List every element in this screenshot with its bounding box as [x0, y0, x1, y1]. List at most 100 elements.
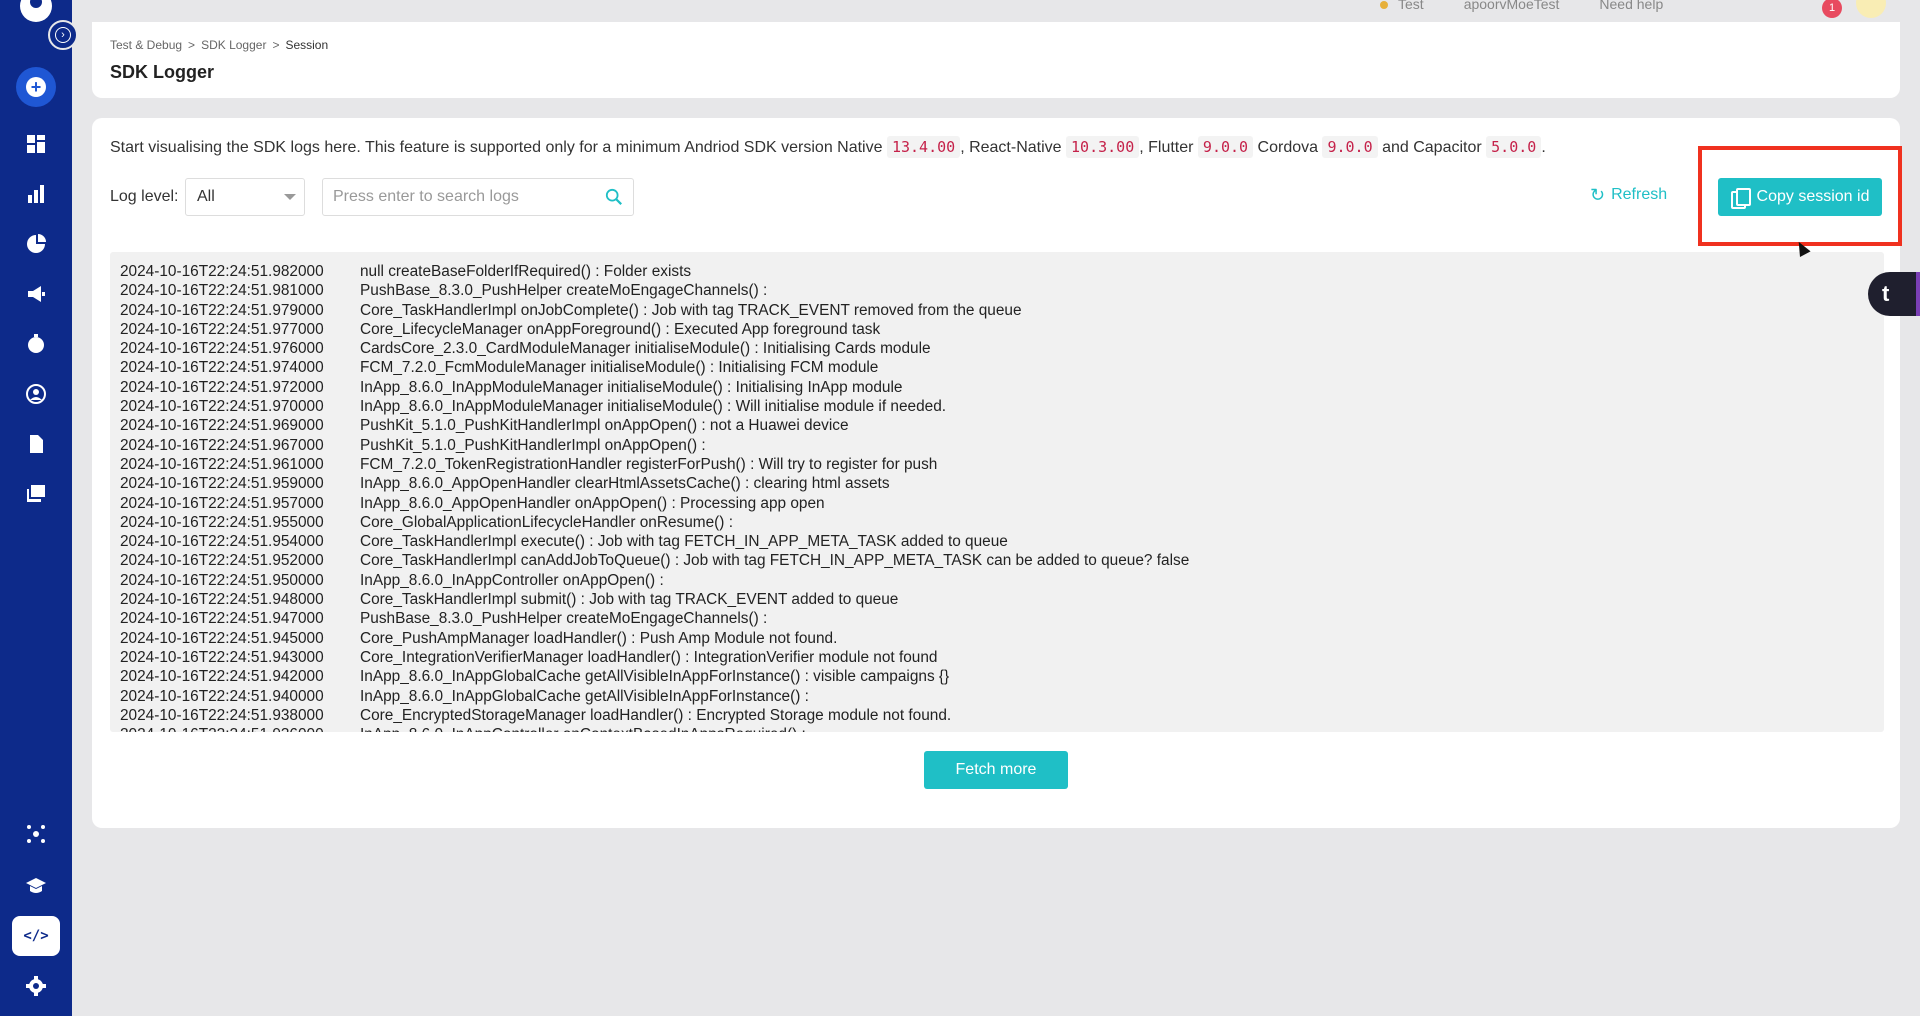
- log-timestamp: 2024-10-16T22:24:51.950000: [120, 571, 324, 589]
- log-line: 2024-10-16T22:24:51.943000 Core_Integrati…: [120, 648, 1874, 667]
- log-message: PushKit_5.1.0_PushKitHandlerImpl onAppOp…: [360, 417, 849, 435]
- version-native: 13.4.00: [886, 136, 961, 158]
- log-message: InApp_8.6.0_InAppModuleManager initialis…: [360, 398, 947, 416]
- log-line: 2024-10-16T22:24:51.982000 null createBas…: [120, 262, 1874, 281]
- content-library-icon[interactable]: [22, 480, 50, 508]
- log-timestamp: 2024-10-16T22:24:51.942000: [120, 668, 324, 686]
- page-title: SDK Logger: [110, 62, 215, 82]
- log-line: 2024-10-16T22:24:51.961000 FCM_7.2.0_Toke…: [120, 455, 1874, 474]
- workspace-name[interactable]: apoorvMoeTest: [1464, 0, 1560, 12]
- user-profile-icon[interactable]: [22, 380, 50, 408]
- log-timestamp: 2024-10-16T22:24:51.936000: [120, 725, 360, 732]
- log-timestamp: 2024-10-16T22:24:51.955000: [120, 513, 324, 531]
- log-line: 2024-10-16T22:24:51.948000 Core_TaskHandl…: [120, 590, 1874, 609]
- breadcrumb-session: Session: [285, 38, 329, 52]
- log-timestamp: 2024-10-16T22:24:51.969000: [120, 417, 324, 435]
- log-message: InApp_8.6.0_AppOpenHandler onAppOpen() :…: [360, 494, 825, 512]
- log-message: FCM_7.2.0_FcmModuleManager initialiseMod…: [360, 359, 879, 377]
- test-debug-code-icon[interactable]: </>: [12, 916, 60, 956]
- breadcrumb-test-debug[interactable]: Test & Debug: [110, 38, 182, 52]
- log-line: 2024-10-16T22:24:51.945000 Core_PushAmpMa…: [120, 629, 1874, 648]
- notification-badge[interactable]: 1: [1822, 0, 1842, 18]
- document-icon[interactable]: [22, 430, 50, 458]
- sidebar: + </>: [0, 0, 72, 1016]
- log-line: 2024-10-16T22:24:51.970000 InApp_8.6.0_In…: [120, 397, 1874, 416]
- create-button[interactable]: +: [16, 67, 56, 107]
- log-timestamp: 2024-10-16T22:24:51.959000: [120, 475, 324, 493]
- log-message: PushBase_8.3.0_PushHelper createMoEngage…: [360, 282, 768, 300]
- intro-text: Start visualising the SDK logs here. Thi…: [110, 136, 1546, 158]
- log-message: InApp_8.6.0_AppOpenHandler clearHtmlAsse…: [360, 475, 890, 493]
- log-line: 2024-10-16T22:24:51.936000InApp_8.6.0_In…: [120, 725, 1874, 732]
- account-avatar[interactable]: [1856, 0, 1886, 18]
- need-help-link[interactable]: Need help: [1599, 0, 1663, 12]
- log-message: FCM_7.2.0_TokenRegistrationHandler regis…: [360, 455, 938, 473]
- version-flutter: 9.0.0: [1197, 136, 1254, 158]
- settings-gear-icon[interactable]: [22, 972, 50, 1000]
- log-timestamp: 2024-10-16T22:24:51.972000: [120, 378, 324, 396]
- version-cordova: 9.0.0: [1322, 136, 1378, 158]
- assistant-badge[interactable]: t: [1868, 272, 1920, 316]
- log-line: 2024-10-16T22:24:51.974000 FCM_7.2.0_FcmM…: [120, 358, 1874, 377]
- log-message: Core_TaskHandlerImpl onJobComplete() : J…: [360, 301, 1022, 319]
- version-react-native: 10.3.00: [1066, 136, 1140, 158]
- refresh-button[interactable]: ↻ Refresh: [1590, 186, 1667, 204]
- log-timestamp: 2024-10-16T22:24:51.982000: [120, 263, 324, 280]
- log-line: 2024-10-16T22:24:51.940000 InApp_8.6.0_In…: [120, 687, 1874, 706]
- log-timestamp: 2024-10-16T22:24:51.943000: [120, 648, 324, 666]
- log-viewer[interactable]: 2024-10-16T22:24:51.982000 null createBas…: [110, 252, 1884, 732]
- log-timestamp: 2024-10-16T22:24:51.947000: [120, 610, 324, 628]
- log-message: Core_EncryptedStorageManager loadHandler…: [360, 706, 952, 724]
- log-search[interactable]: [322, 178, 634, 216]
- log-timestamp: 2024-10-16T22:24:51.967000: [120, 436, 324, 454]
- env-indicator[interactable]: Test: [1380, 0, 1424, 12]
- log-line: 2024-10-16T22:24:51.938000 Core_Encrypted…: [120, 706, 1874, 725]
- log-line: 2024-10-16T22:24:51.977000 Core_Lifecycle…: [120, 320, 1874, 339]
- search-icon[interactable]: [605, 188, 623, 206]
- sidebar-toggle-button[interactable]: ›: [48, 20, 78, 50]
- plus-icon: +: [26, 77, 46, 97]
- analytics-icon[interactable]: [22, 180, 50, 208]
- log-timestamp: 2024-10-16T22:24:51.974000: [120, 359, 324, 377]
- breadcrumb-sdk-logger[interactable]: SDK Logger: [201, 38, 266, 52]
- integrations-icon[interactable]: [22, 820, 50, 848]
- log-line: 2024-10-16T22:24:51.959000 InApp_8.6.0_Ap…: [120, 474, 1874, 493]
- academy-cap-icon[interactable]: [22, 872, 50, 900]
- dashboard-icon[interactable]: [22, 130, 50, 158]
- log-line: 2024-10-16T22:24:51.979000 Core_TaskHandl…: [120, 301, 1874, 320]
- log-message: InApp_8.6.0_InAppModuleManager initialis…: [360, 378, 903, 396]
- log-message: Core_GlobalApplicationLifecycleHandler o…: [360, 513, 733, 531]
- log-line: 2024-10-16T22:24:51.981000 PushBase_8.3.0…: [120, 281, 1874, 300]
- env-dot-icon: [1380, 1, 1388, 9]
- log-timestamp: 2024-10-16T22:24:51.940000: [120, 687, 324, 705]
- version-capacitor: 5.0.0: [1486, 136, 1542, 158]
- log-line: 2024-10-16T22:24:51.942000 InApp_8.6.0_In…: [120, 667, 1874, 686]
- user-avatar-icon[interactable]: [20, 0, 52, 22]
- log-message: InApp_8.6.0_InAppController onAppOpen() …: [360, 571, 664, 589]
- log-message: Core_TaskHandlerImpl submit() : Job with…: [360, 591, 899, 609]
- topbar: Test apoorvMoeTest Need help: [1380, 0, 1663, 14]
- log-message: CardsCore_2.3.0_CardModuleManager initia…: [360, 340, 931, 358]
- timer-icon[interactable]: [22, 330, 50, 358]
- log-timestamp: 2024-10-16T22:24:51.945000: [120, 629, 324, 647]
- campaigns-megaphone-icon[interactable]: [22, 280, 50, 308]
- log-message: Core_PushAmpManager loadHandler() : Push…: [360, 629, 838, 647]
- log-timestamp: 2024-10-16T22:24:51.961000: [120, 455, 324, 473]
- highlight-annotation: [1698, 146, 1902, 246]
- log-message: Core_IntegrationVerifierManager loadHand…: [360, 648, 938, 666]
- log-line: 2024-10-16T22:24:51.950000 InApp_8.6.0_In…: [120, 571, 1874, 590]
- search-input[interactable]: [333, 188, 583, 206]
- log-level-select[interactable]: All: [185, 178, 305, 216]
- sdk-logger-panel: Start visualising the SDK logs here. Thi…: [92, 118, 1900, 828]
- log-timestamp: 2024-10-16T22:24:51.948000: [120, 591, 324, 609]
- fetch-more-button[interactable]: Fetch more: [924, 751, 1068, 789]
- log-line: 2024-10-16T22:24:51.955000 Core_GlobalApp…: [120, 513, 1874, 532]
- log-message: Core_TaskHandlerImpl canAddJobToQueue() …: [360, 552, 1190, 570]
- refresh-icon: ↻: [1590, 185, 1606, 205]
- log-line: 2024-10-16T22:24:51.954000 Core_TaskHandl…: [120, 532, 1874, 551]
- segments-pie-icon[interactable]: [22, 230, 50, 258]
- log-message: InApp_8.6.0_InAppController onContextBas…: [360, 726, 806, 732]
- chevron-down-icon: [284, 194, 296, 200]
- log-message: PushBase_8.3.0_PushHelper createMoEngage…: [360, 610, 768, 628]
- log-message: InApp_8.6.0_InAppGlobalCache getAllVisib…: [360, 687, 809, 705]
